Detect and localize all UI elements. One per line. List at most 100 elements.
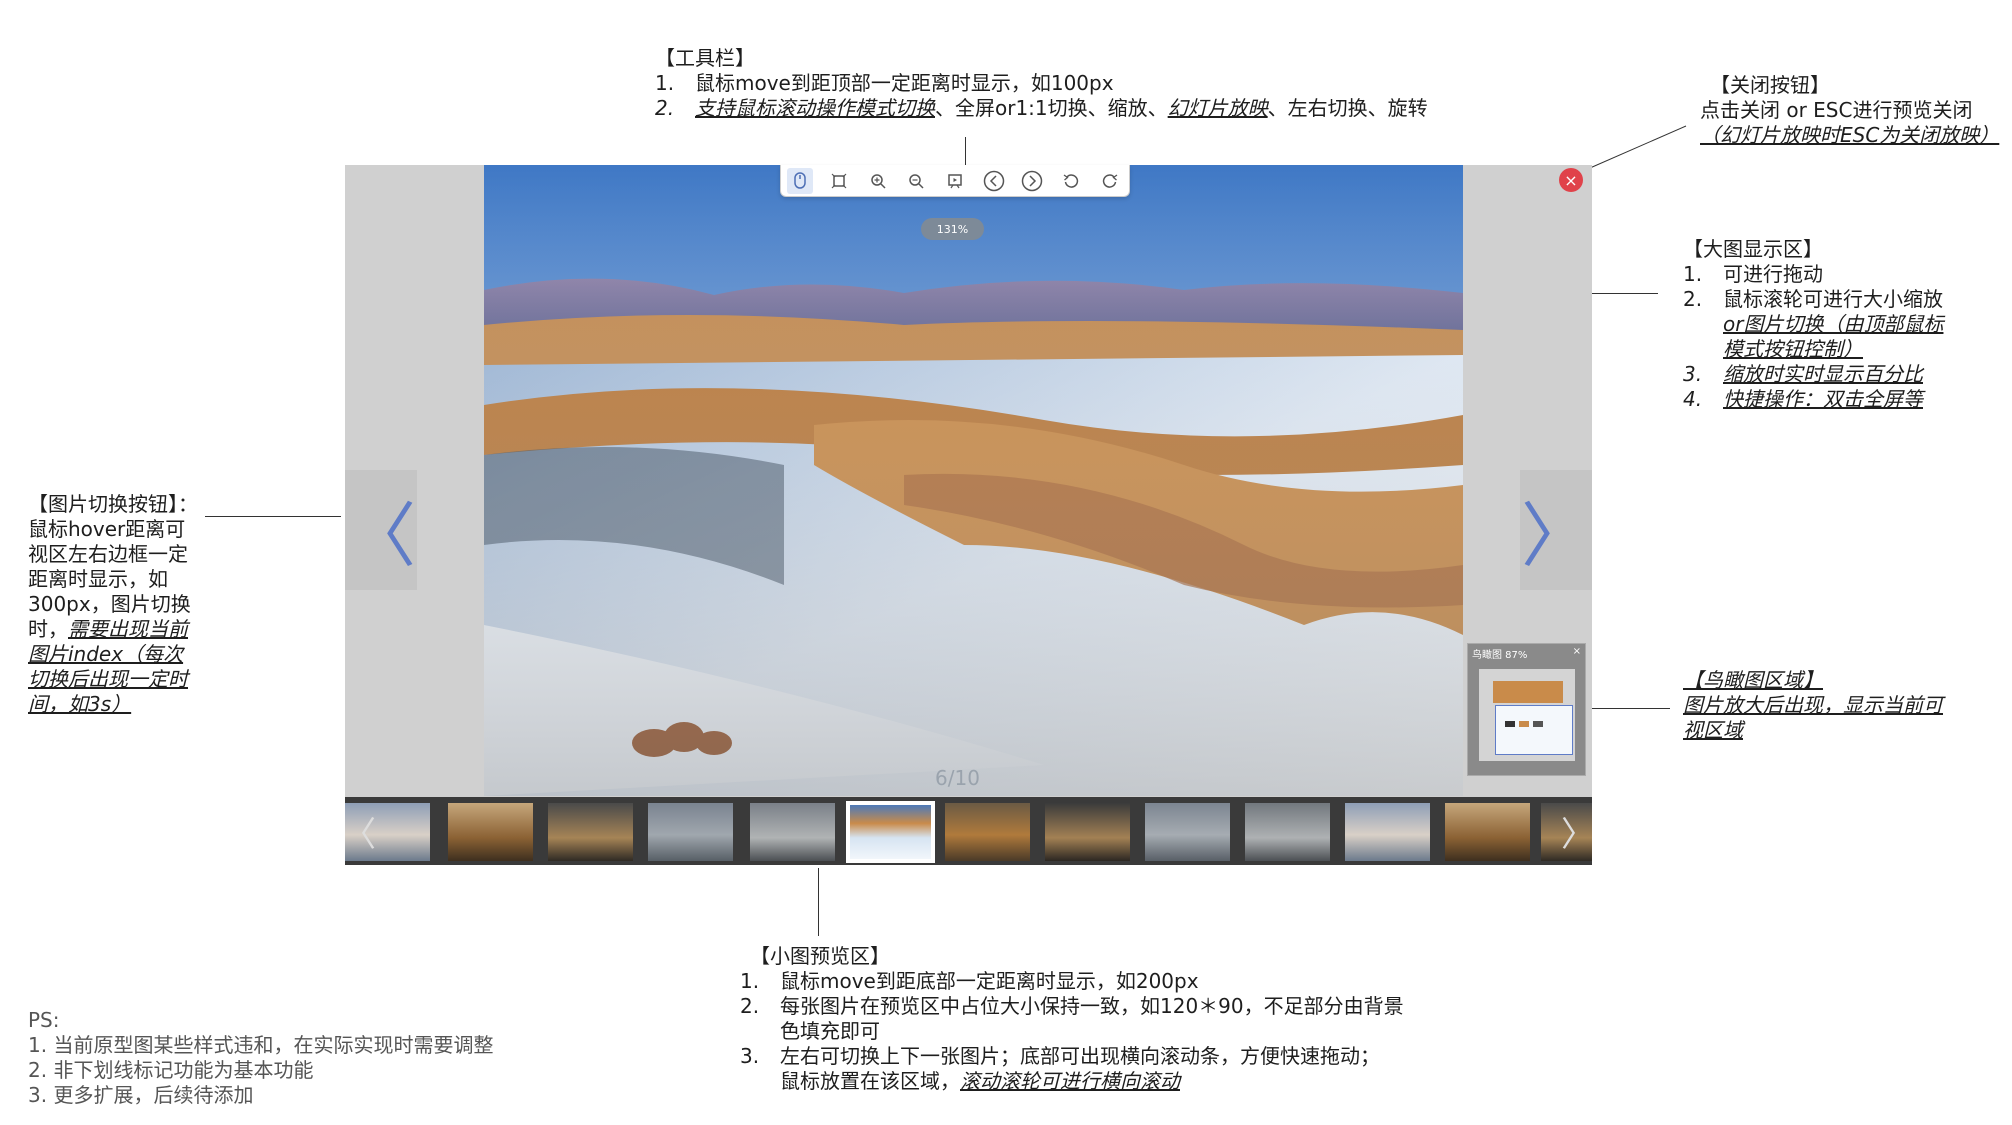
- annotation-link: 图片放大后出现，显示当前可: [1683, 693, 1943, 717]
- slideshow-button[interactable]: [942, 168, 968, 194]
- bird-view-map[interactable]: [1478, 669, 1575, 761]
- annotation-link: 滚动滚轮可进行横向滚动: [960, 1069, 1180, 1093]
- thumbnail[interactable]: [1145, 803, 1230, 861]
- switch-annotation-title: 【图片切换按钮】：: [28, 492, 198, 516]
- annotation-text: 左右可切换上下一张图片；底部可出现横向滚动条，方便快速拖动；: [780, 1044, 1380, 1068]
- close-icon: ×: [1564, 170, 1578, 190]
- annotation-link: 幻灯片放映: [1167, 96, 1268, 120]
- rotate-right-icon: [1102, 173, 1117, 188]
- thumbnail[interactable]: [1245, 803, 1330, 861]
- annotation-link: 快捷操作：双击全屏等: [1723, 387, 1923, 411]
- list-number: 2.: [1683, 287, 1703, 311]
- rotate-left-button[interactable]: [1058, 168, 1084, 194]
- list-number: 2.: [655, 96, 675, 120]
- next-button[interactable]: [1019, 168, 1045, 194]
- zoom-out-button[interactable]: [903, 168, 929, 194]
- bird-view-title: 鸟瞰图 87%: [1472, 650, 1528, 661]
- birdview-annotation: 【鸟瞰图区域】 图片放大后出现，显示当前可 视区域: [1683, 668, 2003, 743]
- chevron-left-icon: 〈: [345, 814, 376, 855]
- thumbnail[interactable]: [648, 803, 733, 861]
- switch-connector: [205, 516, 341, 517]
- thumbnail[interactable]: [945, 803, 1030, 861]
- bird-view-panel[interactable]: 鸟瞰图 87% ×: [1467, 643, 1586, 776]
- list-number: 1.: [655, 71, 675, 95]
- annotation-link: 支持鼠标滚动操作模式切换: [695, 96, 935, 120]
- chevron-left-icon: 〈: [346, 494, 416, 577]
- thumbnail-strip[interactable]: 〈 〉: [345, 797, 1592, 865]
- annotation-text: 鼠标滚轮可进行大小缩放: [1723, 287, 1943, 311]
- thumbnail[interactable]: [1045, 803, 1130, 861]
- list-number: 1.: [740, 969, 760, 993]
- toolbar-annotation: 【工具栏】 1. 鼠标move到距顶部一定距离时显示，如100px 2. 支持鼠标滚…: [655, 46, 1455, 121]
- annotation-text: 每张图片在预览区中占位大小保持一致，如120＊90，不足部分由背景: [780, 994, 1404, 1018]
- list-number: 3.: [1683, 362, 1703, 386]
- bird-view-thumb: [1504, 721, 1515, 727]
- toolbar-connector: [965, 137, 966, 165]
- annotation-link: 需要出现当前: [68, 617, 188, 641]
- bigimage-annotation-title: 【大图显示区】: [1683, 237, 1823, 261]
- annotation-text: 鼠标放置在该区域，: [780, 1069, 960, 1093]
- thumb-annotation: 【小图预览区】 1. 鼠标move到距底部一定距离时显示，如200px 2. 每张图…: [740, 944, 1460, 1094]
- bigimage-annotation: 【大图显示区】 1. 可进行拖动 2. 鼠标滚轮可进行大小缩放 or图片切换（由顶部…: [1683, 237, 2008, 412]
- annotation-text: 鼠标move到距底部一定距离时显示，如200px: [780, 969, 1199, 993]
- next-image-button[interactable]: 〉: [1520, 470, 1592, 590]
- prev-button[interactable]: [981, 168, 1007, 194]
- ps-line: 2. 非下划线标记功能为基本功能: [28, 1058, 314, 1082]
- ps-line: 1. 当前原型图某些样式违和，在实际实现时需要调整: [28, 1033, 494, 1057]
- zoom-out-icon: [909, 173, 924, 189]
- chevron-right-icon: 〉: [1561, 814, 1592, 855]
- thumbnail-active[interactable]: [846, 801, 935, 863]
- landscape-image: [484, 165, 1463, 796]
- prev-image-button[interactable]: 〈: [345, 470, 417, 590]
- thumbnail[interactable]: [448, 803, 533, 861]
- bird-view-viewport[interactable]: [1494, 705, 1573, 755]
- thumbnail[interactable]: [1445, 803, 1530, 861]
- close-connector: [1589, 125, 1687, 169]
- birdview-connector: [1590, 708, 1670, 709]
- fit-screen-button[interactable]: [826, 168, 852, 194]
- viewer-toolbar: [780, 165, 1130, 197]
- main-image[interactable]: [484, 165, 1463, 796]
- annotation-link: 间，如3s）: [28, 692, 132, 716]
- annotation-text: 点击关闭 or ESC进行预览关闭: [1700, 98, 1973, 122]
- zoom-in-icon: [870, 173, 886, 189]
- annotation-text: 可进行拖动: [1723, 262, 1823, 286]
- strip-next-button[interactable]: 〉: [1561, 797, 1592, 865]
- rotate-right-button[interactable]: [1097, 168, 1123, 194]
- annotation-link: （幻灯片放映时ESC为关闭放映）: [1700, 123, 2000, 147]
- annotation-link: 切换后出现一定时: [28, 667, 188, 691]
- thumbnail[interactable]: [548, 803, 633, 861]
- toolbar-annotation-title: 【工具栏】: [655, 46, 755, 70]
- zoom-in-button[interactable]: [865, 168, 891, 194]
- mouse-mode-button[interactable]: [787, 167, 814, 194]
- strip-prev-button[interactable]: 〈: [345, 797, 376, 865]
- mouse-mode-icon: [794, 171, 807, 189]
- annotation-text: 300px，图片切换: [28, 592, 191, 616]
- annotation-link: 缩放时实时显示百分比: [1723, 362, 1923, 386]
- thumbnail[interactable]: [750, 803, 835, 861]
- list-number: 3.: [740, 1044, 760, 1068]
- bird-view-close-icon[interactable]: ×: [1573, 646, 1581, 661]
- list-number: 2.: [740, 994, 760, 1018]
- annotation-text: 、左右切换、旋转: [1267, 96, 1428, 120]
- thumbnail[interactable]: [1345, 803, 1430, 861]
- thumb-connector: [818, 868, 819, 936]
- list-number: 1.: [1683, 262, 1703, 286]
- list-number: 4.: [1683, 387, 1703, 411]
- close-annotation-title: 【关闭按钮】: [1710, 73, 1830, 97]
- close-button[interactable]: ×: [1559, 168, 1583, 192]
- switch-annotation: 【图片切换按钮】： 鼠标hover距离可 视区左右边框一定 距离时显示，如 30…: [28, 492, 218, 717]
- slideshow-icon: [948, 173, 962, 188]
- annotation-text: 鼠标move到距顶部一定距离时显示，如100px: [695, 71, 1114, 95]
- prev-circle-icon: [983, 170, 1004, 191]
- next-circle-icon: [1022, 170, 1043, 191]
- image-counter: 6/10: [935, 766, 980, 790]
- annotation-text: 色填充即可: [780, 1019, 880, 1043]
- annotation-link: or图片切换（由顶部鼠标: [1723, 312, 1944, 336]
- bird-view-image: [1492, 681, 1563, 703]
- annotation-link: 图片index（每次: [28, 642, 184, 666]
- ps-title: PS:: [28, 1008, 60, 1032]
- annotation-text: 鼠标hover距离可: [28, 517, 186, 541]
- image-viewer[interactable]: 〈 〉: [345, 165, 1592, 865]
- birdview-annotation-title: 【鸟瞰图区域】: [1683, 668, 1823, 692]
